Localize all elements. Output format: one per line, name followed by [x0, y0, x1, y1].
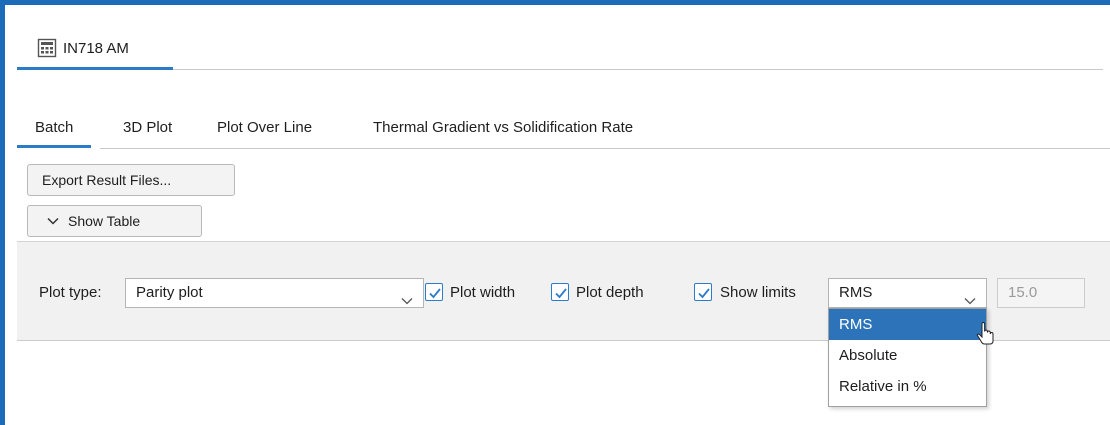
limit-mode-value: RMS [839, 284, 873, 301]
document-tab-divider [173, 69, 1103, 70]
chevron-down-icon [964, 288, 976, 305]
limit-mode-select[interactable]: RMS [828, 278, 987, 308]
document-tab-label: IN718 AM [63, 39, 129, 57]
plot-type-value: Parity plot [136, 284, 203, 301]
mouse-pointer-icon [975, 321, 997, 348]
option-absolute[interactable]: Absolute [829, 340, 986, 371]
show-limits-label: Show limits [720, 284, 796, 301]
option-relative-percent[interactable]: Relative in % [829, 371, 986, 402]
tab-batch[interactable]: Batch [17, 112, 92, 148]
limit-value-input[interactable]: 15.0 [997, 278, 1085, 308]
plot-width-label: Plot width [450, 284, 516, 301]
document-tab-indicator [17, 67, 173, 70]
tab-thermal-gradient[interactable]: Thermal Gradient vs Solidification Rate [355, 112, 651, 146]
show-limits-checkbox[interactable] [694, 283, 712, 301]
chevron-down-icon [46, 208, 60, 225]
export-result-files-button[interactable]: Export Result Files... [27, 164, 235, 196]
plot-type-label: Plot type: [39, 284, 102, 301]
calculator-icon [37, 38, 57, 58]
subtab-divider [100, 148, 1110, 149]
subtab-bar: Batch 3D Plot Plot Over Line Thermal Gra… [17, 112, 1110, 148]
show-table-button[interactable]: Show Table [27, 205, 202, 237]
tab-plot-over-line[interactable]: Plot Over Line [199, 112, 330, 146]
chevron-down-icon [401, 288, 413, 305]
option-rms[interactable]: RMS [829, 309, 986, 340]
plot-type-select[interactable]: Parity plot [125, 278, 424, 308]
plot-depth-checkbox[interactable] [551, 283, 569, 301]
document-tab[interactable]: IN718 AM [17, 28, 173, 68]
tab-3d-plot[interactable]: 3D Plot [105, 112, 190, 146]
show-table-label: Show Table [68, 213, 141, 229]
plot-depth-label: Plot depth [576, 284, 644, 301]
limit-mode-dropdown-list: RMS Absolute Relative in % [828, 308, 987, 407]
plot-width-checkbox[interactable] [425, 283, 443, 301]
